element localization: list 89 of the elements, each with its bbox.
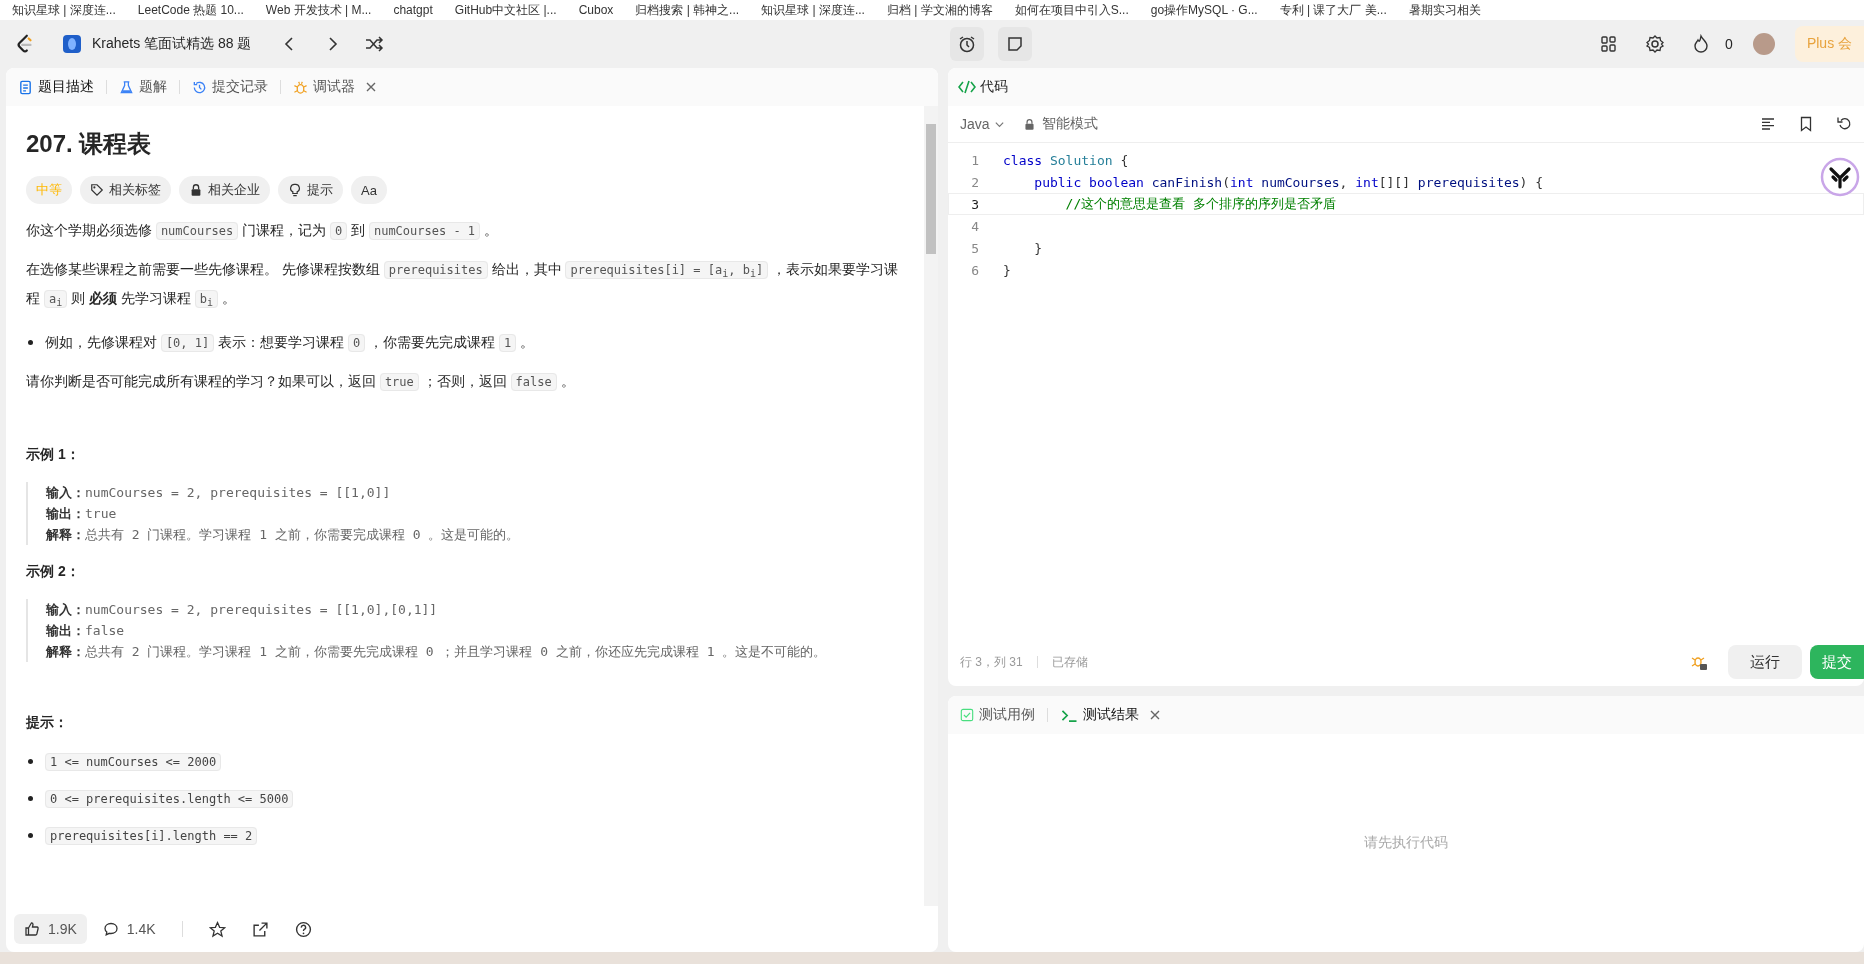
history-icon xyxy=(192,79,207,95)
description-text: 请你判断是否可能完成所有课程的学习？如果可以，返回 true ；否则，返回 false 。 xyxy=(26,371,576,393)
constraint-code: prerequisites[i].length == 2 xyxy=(45,826,258,845)
bookmark-link[interactable]: 如何在项目中引入S... xyxy=(1014,1,1129,19)
panel-tab[interactable]: 测试用例 xyxy=(958,702,1037,728)
bookmark-link[interactable]: 知识星球 | 深度连... xyxy=(12,1,116,19)
settings-icon[interactable] xyxy=(1645,34,1666,54)
example-heading: 示例 1： xyxy=(26,445,81,464)
like-button[interactable]: 1.9K xyxy=(14,914,87,944)
code-line: } xyxy=(1003,262,1011,278)
tag-icon xyxy=(90,183,104,197)
bookmark-link[interactable]: 归档 | 学文湘的博客 xyxy=(886,1,993,19)
problem-set-title[interactable]: Krahets 笔面试精选 88 题 xyxy=(92,35,252,53)
bookmark-link[interactable]: 知识星球 | 深度连... xyxy=(761,1,865,19)
bookmark-link[interactable]: GitHub中文社区 |... xyxy=(454,1,557,19)
panel-tab[interactable]: 调试器 xyxy=(291,74,357,100)
bookmark-link[interactable]: chatgpt xyxy=(393,3,433,17)
panel-title: 代码 xyxy=(980,78,1008,96)
problem-set-icon xyxy=(62,34,82,54)
bookmark-link[interactable]: 归档搜索 | 韩神之... xyxy=(635,1,740,19)
run-button[interactable]: 运行 xyxy=(1728,645,1802,679)
timer-button[interactable] xyxy=(950,27,985,61)
example-line: 输入：numCourses = 2, prerequisites = [[1,0]] xyxy=(46,483,392,502)
scrollbar[interactable] xyxy=(924,106,938,906)
line-number: 6 xyxy=(970,262,979,278)
constraint-code: 1 <= numCourses <= 2000 xyxy=(45,752,222,771)
close-icon[interactable] xyxy=(365,81,377,93)
streak-count: 0 xyxy=(1725,36,1733,52)
line-number: 3 xyxy=(970,196,979,212)
bookmark-link[interactable]: Web 开发技术 | M... xyxy=(265,1,372,19)
code-icon xyxy=(958,79,976,95)
bug-icon xyxy=(293,79,308,95)
problem-title: 207. 课程表 xyxy=(26,129,153,159)
language-dropdown[interactable]: Java xyxy=(960,116,1005,132)
example-line: 解释：总共有 2 门课程。学习课程 1 之前，你需要先完成课程 0 ；并且学习课程 0 之前，你还应先完成课程 1 。这是不可能的。 xyxy=(46,642,828,661)
comments-button[interactable]: 1.4K xyxy=(92,914,166,944)
note-button[interactable] xyxy=(998,27,1033,61)
document-icon xyxy=(18,79,33,95)
cursor-position: 行 3，列 31 xyxy=(960,653,1023,671)
bookmark-icon[interactable] xyxy=(1798,116,1814,132)
code-line: public boolean canFinish(int numCourses, int[][] prerequisites) { xyxy=(1033,174,1544,190)
shuffle-icon[interactable] xyxy=(363,34,384,54)
assistant-icon[interactable] xyxy=(1820,157,1860,197)
panel-tab[interactable]: 提交记录 xyxy=(190,74,270,100)
format-icon[interactable] xyxy=(1760,116,1776,132)
constraint-code: 0 <= prerequisites.length <= 5000 xyxy=(45,789,294,808)
panel-tab[interactable]: 题目描述 xyxy=(16,74,96,100)
empty-message: 请先执行代码 xyxy=(1364,834,1448,852)
checkbox-icon xyxy=(960,708,974,722)
tag-chip[interactable]: 相关标签 xyxy=(80,176,171,204)
description-text: 在选修某些课程之前需要一些先修课程。 先修课程按数组 prerequisites 给出，其中 prerequisites[i] = [a$_{i}$, b$_{i}$] ，表示如果要学习课程 a$_{i}$ 则 必须 先学习课程 b$_{i}$ 。 xyxy=(26,260,900,311)
bookmark-link[interactable]: 专利 | 课了大厂 美... xyxy=(1279,1,1387,19)
bookmark-link[interactable]: Cubox xyxy=(578,3,614,17)
example-line: 输入：numCourses = 2, prerequisites = [[1,0],[0,1]] xyxy=(46,600,439,619)
example-heading: 示例 2： xyxy=(26,562,81,581)
bookmark-link[interactable]: 暑期实习相关 xyxy=(1408,1,1481,19)
tag-chip[interactable]: 提示 xyxy=(278,176,343,204)
description-text: 例如，先修课程对 [0, 1] 表示：想要学习课程 0 ，你需要先完成课程 1 。 xyxy=(45,332,536,354)
share-icon[interactable] xyxy=(251,920,269,938)
comment-icon xyxy=(102,921,119,937)
tag-chip[interactable]: Aa xyxy=(351,176,387,204)
description-text: 你这个学期必须选修 numCourses 门课程，记为 0 到 numCourses - 1 。 xyxy=(26,221,499,242)
close-icon[interactable] xyxy=(1149,709,1161,721)
thumbs-up-icon xyxy=(24,921,40,937)
tag-chip[interactable]: 相关企业 xyxy=(179,176,270,204)
panel-tab[interactable]: 题解 xyxy=(117,74,169,100)
undo-icon[interactable] xyxy=(1836,116,1852,132)
line-number: 5 xyxy=(970,240,979,256)
star-icon[interactable] xyxy=(208,920,226,938)
code-line: } xyxy=(1033,240,1043,256)
example-line: 输出：true xyxy=(46,504,118,523)
example-line: 输出：false xyxy=(46,621,126,640)
line-number: 2 xyxy=(970,174,979,190)
lock-icon xyxy=(1022,117,1036,131)
bookmark-link[interactable]: go操作MySQL · G... xyxy=(1150,1,1258,19)
code-line: class Solution { xyxy=(1003,152,1129,168)
bookmark-link[interactable]: LeetCode 热题 10... xyxy=(137,1,244,19)
line-number: 1 xyxy=(970,152,979,168)
lock-icon xyxy=(189,183,203,197)
constraints-heading: 提示： xyxy=(26,713,69,732)
save-status: 已存储 xyxy=(1051,653,1088,671)
flask-icon xyxy=(119,79,134,95)
line-number: 4 xyxy=(970,218,979,234)
panel-tab[interactable]: 测试结果 xyxy=(1058,702,1141,728)
help-icon[interactable] xyxy=(294,920,312,938)
mode-label[interactable]: 智能模式 xyxy=(1041,115,1098,133)
code-line: //这个的意思是查看 多个排序的序列是否矛盾 xyxy=(1064,195,1337,213)
bulb-icon xyxy=(288,183,302,197)
example-line: 解释：总共有 2 门课程。学习课程 1 之前，你需要完成课程 0 。这是可能的。 xyxy=(46,525,521,544)
